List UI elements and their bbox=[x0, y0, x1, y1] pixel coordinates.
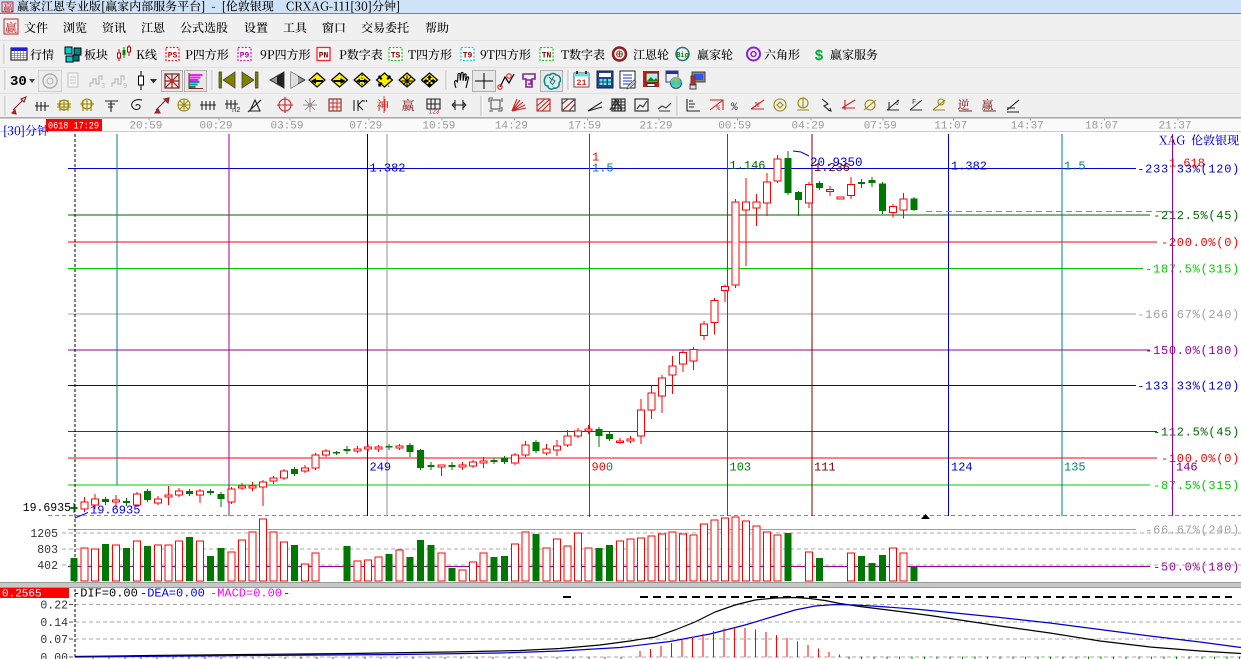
svg-text:-112.5%(45): -112.5%(45) bbox=[1153, 426, 1240, 440]
svg-text:n2: n2 bbox=[232, 107, 240, 115]
svg-text:-: - bbox=[283, 587, 290, 601]
svg-text:3: 3 bbox=[101, 83, 105, 91]
svg-text:-66.67%(240): -66.67%(240) bbox=[1145, 524, 1240, 538]
svg-text:10:59: 10:59 bbox=[422, 121, 455, 133]
svg-text:124: 124 bbox=[951, 461, 973, 475]
svg-text:00:59: 00:59 bbox=[718, 121, 751, 133]
svg-text:900: 900 bbox=[592, 461, 614, 475]
svg-text:402: 402 bbox=[37, 560, 58, 573]
svg-text:0.07: 0.07 bbox=[40, 634, 68, 647]
svg-text:F: F bbox=[912, 99, 916, 107]
svg-text:249: 249 bbox=[370, 461, 392, 475]
svg-text:-DIF=0.00: -DIF=0.00 bbox=[73, 587, 138, 601]
svg-text:1.146: 1.146 bbox=[730, 159, 766, 173]
svg-text:1.5: 1.5 bbox=[1064, 160, 1086, 174]
svg-text:Big: Big bbox=[676, 52, 689, 60]
svg-text:-133.33%(120): -133.33%(120) bbox=[1137, 380, 1240, 394]
svg-text:111: 111 bbox=[814, 461, 836, 475]
svg-text:0.00: 0.00 bbox=[40, 652, 68, 659]
svg-text:123: 123 bbox=[429, 109, 440, 116]
svg-text:0.22: 0.22 bbox=[40, 600, 68, 613]
svg-text:PS: PS bbox=[168, 52, 178, 61]
svg-text:0618 17:29: 0618 17:29 bbox=[48, 121, 99, 133]
svg-text:00:29: 00:29 bbox=[199, 121, 232, 133]
svg-text:0.2565: 0.2565 bbox=[2, 589, 42, 601]
svg-text:T9: T9 bbox=[463, 52, 473, 61]
svg-text:21:29: 21:29 bbox=[639, 121, 672, 133]
svg-text:20.9350: 20.9350 bbox=[810, 156, 863, 170]
svg-text:TN: TN bbox=[542, 52, 552, 61]
svg-text:03:59: 03:59 bbox=[270, 121, 303, 133]
svg-text:-50.0%(180): -50.0%(180) bbox=[1153, 561, 1240, 575]
svg-text:1205: 1205 bbox=[30, 528, 58, 541]
svg-text:9: 9 bbox=[123, 83, 127, 91]
svg-text:17:59: 17:59 bbox=[568, 121, 601, 133]
svg-text:J: J bbox=[895, 100, 899, 108]
svg-text:07:59: 07:59 bbox=[864, 121, 897, 133]
svg-text:-MACD=0.00: -MACD=0.00 bbox=[210, 587, 282, 601]
svg-text:14:29: 14:29 bbox=[495, 121, 528, 133]
svg-text:19.6935: 19.6935 bbox=[23, 502, 71, 515]
svg-text:-187.5%(315): -187.5%(315) bbox=[1145, 263, 1240, 277]
svg-text:21: 21 bbox=[576, 78, 586, 88]
svg-text:-87.5%(315): -87.5%(315) bbox=[1153, 479, 1240, 493]
svg-text:1.618: 1.618 bbox=[1169, 157, 1205, 171]
svg-text:04:29: 04:29 bbox=[791, 121, 824, 133]
svg-text:20:59: 20:59 bbox=[129, 121, 162, 133]
svg-text:21:37: 21:37 bbox=[1158, 121, 1191, 133]
svg-text:PN: PN bbox=[319, 52, 329, 61]
svg-text:0.14: 0.14 bbox=[40, 617, 68, 630]
svg-text:14:37: 14:37 bbox=[1011, 121, 1044, 133]
svg-text:103: 103 bbox=[730, 461, 752, 475]
svg-text:30: 30 bbox=[10, 74, 27, 90]
svg-text:1.5: 1.5 bbox=[592, 162, 614, 176]
svg-text:%: % bbox=[731, 102, 738, 114]
svg-text:146: 146 bbox=[1176, 461, 1198, 475]
svg-text:19.6935: 19.6935 bbox=[90, 504, 140, 518]
svg-text:$: $ bbox=[814, 48, 823, 65]
svg-text:803: 803 bbox=[37, 544, 58, 557]
svg-text:TS: TS bbox=[391, 52, 401, 61]
svg-text:135: 135 bbox=[1064, 461, 1086, 475]
svg-text:-150.0%(180): -150.0%(180) bbox=[1145, 344, 1240, 358]
svg-text:18:07: 18:07 bbox=[1085, 121, 1118, 133]
svg-text:-166.67%(240): -166.67%(240) bbox=[1137, 308, 1240, 322]
svg-text:07:29: 07:29 bbox=[349, 121, 382, 133]
svg-text:11:07: 11:07 bbox=[934, 121, 967, 133]
svg-text:-DEA=0.00: -DEA=0.00 bbox=[140, 587, 205, 601]
svg-text:P9: P9 bbox=[240, 52, 250, 61]
svg-text:1.382: 1.382 bbox=[951, 160, 987, 174]
svg-text:1.382: 1.382 bbox=[370, 162, 406, 176]
